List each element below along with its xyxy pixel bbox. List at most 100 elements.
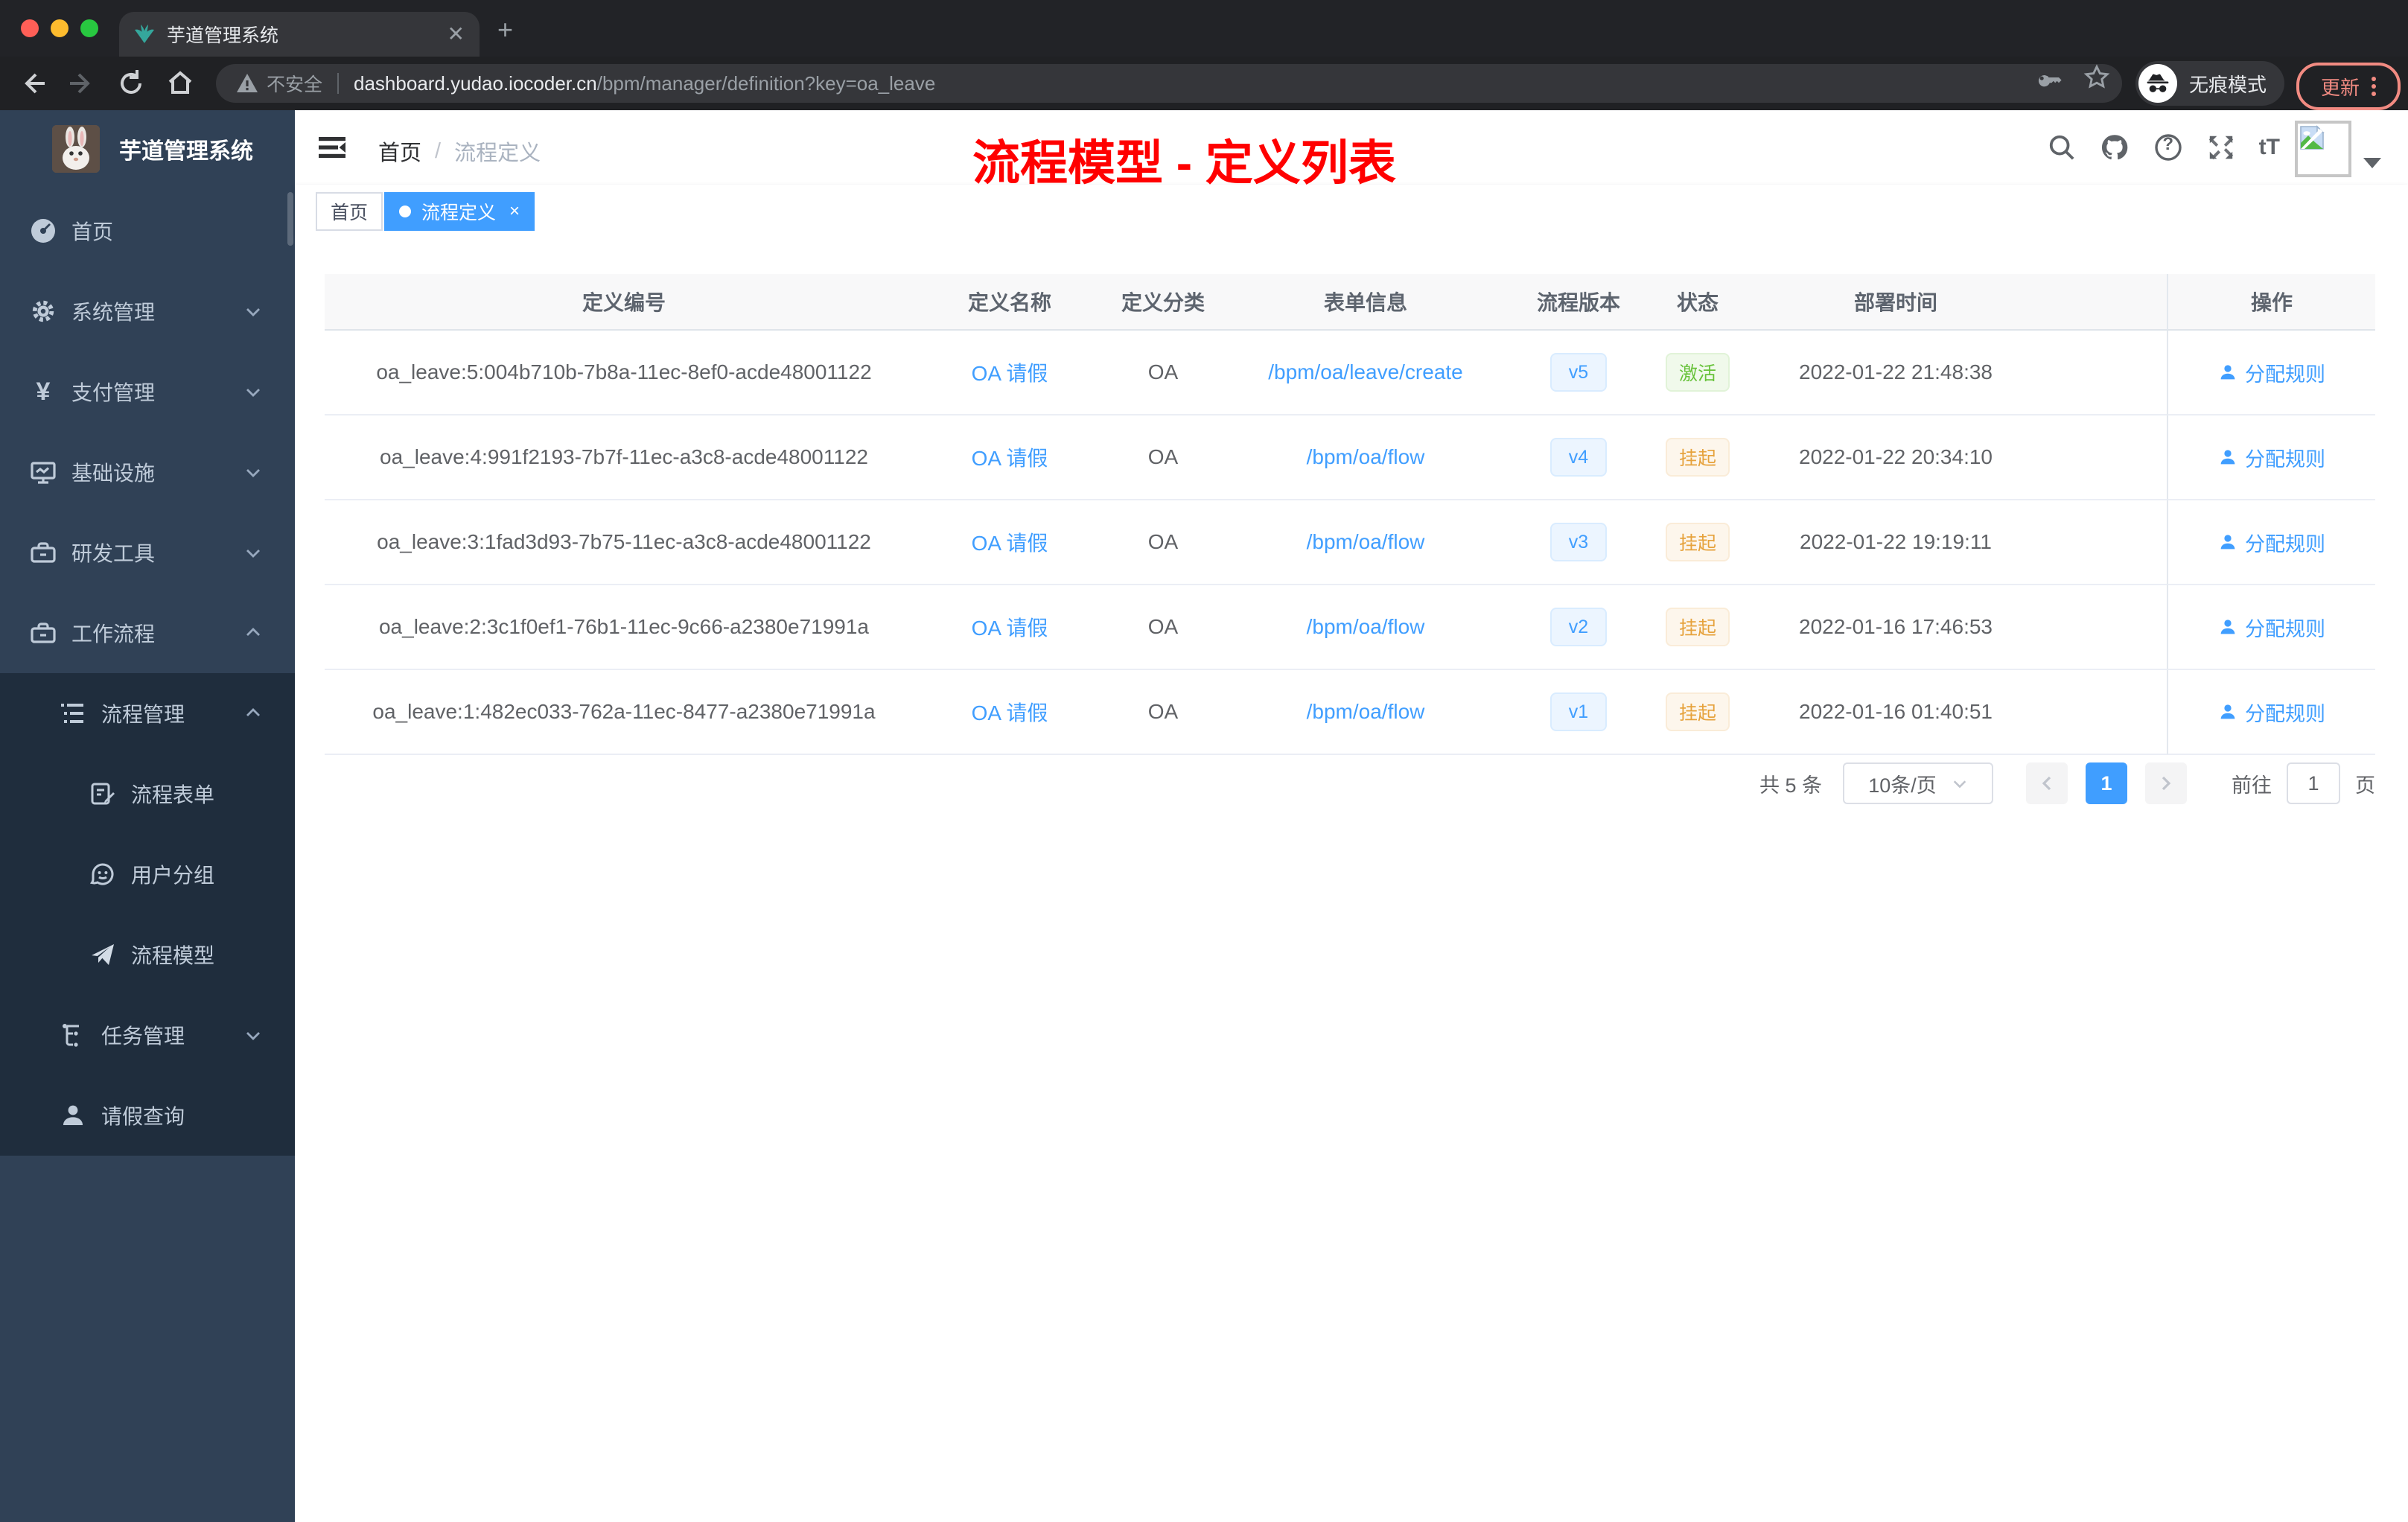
chevron-left-icon	[2042, 776, 2051, 791]
sidebar-item-process-management[interactable]: 流程管理	[0, 673, 295, 754]
tags-view-bar: 首页 流程定义 ×	[295, 185, 2408, 235]
form-link[interactable]: /bpm/oa/flow	[1307, 700, 1425, 724]
github-icon[interactable]	[2100, 133, 2130, 162]
reload-icon[interactable]	[116, 69, 146, 98]
font-size-icon[interactable]: tT	[2259, 135, 2280, 160]
sidebar-item-leave-query[interactable]: 请假查询	[0, 1075, 295, 1156]
sidebar-item-process-model[interactable]: 流程模型	[0, 914, 295, 995]
column-header	[2052, 274, 2167, 331]
password-key-icon[interactable]	[2037, 65, 2063, 90]
browser-tab-strip: 芋道管理系统 ✕ +	[0, 0, 2408, 57]
browser-toolbar: 不安全 dashboard.yudao.iocoder.cn/bpm/manag…	[0, 57, 2408, 110]
search-icon[interactable]	[2048, 133, 2076, 162]
definition-name-link[interactable]: OA 请假	[972, 357, 1048, 387]
form-link[interactable]: /bpm/oa/leave/create	[1268, 360, 1463, 384]
browser-tab[interactable]: 芋道管理系统 ✕	[119, 12, 480, 57]
user-icon	[2220, 450, 2235, 465]
assign-rule-button[interactable]: 分配规则	[2218, 698, 2325, 727]
gear-icon	[30, 298, 57, 325]
browser-menu-icon[interactable]	[2372, 77, 2376, 96]
cell-deploy-time: 2022-01-16 17:46:53	[1739, 585, 2052, 670]
definition-name-link[interactable]: OA 请假	[972, 527, 1048, 557]
assign-rule-button[interactable]: 分配规则	[2218, 443, 2325, 472]
definition-name-link[interactable]: OA 请假	[972, 697, 1048, 727]
sidebar-scrollbar-thumb[interactable]	[287, 192, 293, 246]
bookmark-star-icon[interactable]	[2083, 64, 2110, 91]
main-area: 首页 / 流程定义 流程模型 - 定义列表 ? tT 首页 流程定义 × 定义编…	[295, 110, 2408, 1522]
definition-name-link[interactable]: OA 请假	[972, 612, 1048, 642]
prev-page-button[interactable]	[2026, 762, 2068, 804]
cell-definition-id: oa_leave:1:482ec033-762a-11ec-8477-a2380…	[325, 670, 923, 755]
goto-page-input[interactable]: 1	[2287, 762, 2340, 804]
column-header: 部署时间	[1739, 274, 2052, 331]
security-warning-icon[interactable]	[237, 74, 258, 93]
sidebar-item-dev-tools[interactable]: 研发工具	[0, 512, 295, 593]
workflow-submenu: 流程管理 流程表单 用户分组 流程模型 任务管理 请假查询	[0, 673, 295, 1156]
assign-rule-button[interactable]: 分配规则	[2218, 358, 2325, 387]
form-link[interactable]: /bpm/oa/flow	[1307, 445, 1425, 469]
chevron-down-icon	[244, 383, 262, 401]
monitor-icon	[30, 459, 57, 485]
chevron-down-icon	[244, 302, 262, 320]
forward-icon[interactable]	[67, 69, 97, 98]
sidebar-item-home[interactable]: 首页	[0, 191, 295, 271]
goto-label: 前往	[2232, 774, 2272, 797]
security-label: 不安全	[267, 74, 323, 95]
address-bar[interactable]: 不安全 dashboard.yudao.iocoder.cn/bpm/manag…	[216, 64, 2122, 103]
version-badge: v4	[1550, 438, 1607, 477]
list-tree-icon	[60, 700, 86, 727]
definition-name-link[interactable]: OA 请假	[972, 442, 1048, 472]
fullscreen-icon[interactable]	[2207, 133, 2235, 162]
tag-process-definition[interactable]: 流程定义 ×	[384, 192, 535, 231]
tag-close-icon[interactable]: ×	[509, 203, 520, 220]
chevron-up-icon	[244, 624, 262, 642]
sidebar-item-workflow[interactable]: 工作流程	[0, 593, 295, 673]
collapse-sidebar-icon[interactable]	[317, 133, 347, 162]
column-header: 流程版本	[1501, 274, 1656, 331]
screen: 芋道管理系统 ✕ + 不安全 dashboard.yudao.iocoder.c…	[0, 0, 2408, 1522]
back-icon[interactable]	[18, 69, 48, 98]
zoom-window-button[interactable]	[80, 19, 98, 37]
version-badge: v1	[1550, 692, 1607, 731]
sidebar-item-user-group[interactable]: 用户分组	[0, 834, 295, 914]
breadcrumb-home[interactable]: 首页	[378, 136, 421, 167]
paper-plane-icon	[89, 941, 116, 968]
assign-rule-button[interactable]: 分配规则	[2218, 613, 2325, 642]
sidebar-item-task-management[interactable]: 任务管理	[0, 995, 295, 1075]
minimize-window-button[interactable]	[51, 19, 69, 37]
help-icon[interactable]: ?	[2153, 133, 2183, 162]
form-link[interactable]: /bpm/oa/flow	[1307, 615, 1425, 639]
new-tab-button[interactable]: +	[497, 16, 513, 43]
cell-category: OA	[1096, 500, 1230, 585]
cell-category: OA	[1096, 415, 1230, 500]
sidebar-logo[interactable]: 芋道管理系统	[0, 110, 295, 188]
column-header: 操作	[2167, 274, 2375, 331]
current-page-button[interactable]: 1	[2086, 762, 2127, 804]
user-icon	[60, 1102, 86, 1129]
sidebar-item-system[interactable]: 系统管理	[0, 271, 295, 351]
tag-home[interactable]: 首页	[316, 192, 383, 231]
avatar-caret-icon[interactable]	[2363, 158, 2381, 168]
chevron-down-icon	[244, 463, 262, 481]
sidebar-item-process-form[interactable]: 流程表单	[0, 754, 295, 834]
chevron-down-icon	[244, 544, 262, 561]
close-window-button[interactable]	[21, 19, 39, 37]
tab-close-icon[interactable]: ✕	[447, 24, 465, 45]
avatar[interactable]	[2295, 121, 2351, 177]
chevron-down-icon	[244, 1026, 262, 1044]
app: 芋道管理系统 首页 系统管理 ¥ 支付管理 基础设施 研发工具 工作流程 流程管…	[0, 110, 2408, 1522]
home-icon[interactable]	[165, 69, 195, 98]
version-badge: v3	[1550, 523, 1607, 561]
page-size-select[interactable]: 10条/页	[1843, 762, 1993, 804]
sidebar-item-infrastructure[interactable]: 基础设施	[0, 432, 295, 512]
form-link[interactable]: /bpm/oa/flow	[1307, 530, 1425, 554]
status-badge: 挂起	[1665, 608, 1730, 646]
chevron-down-icon	[1953, 780, 1966, 789]
assign-rule-button[interactable]: 分配规则	[2218, 528, 2325, 557]
sidebar-item-payment[interactable]: ¥ 支付管理	[0, 351, 295, 432]
version-badge: v2	[1550, 608, 1607, 646]
cell-definition-id: oa_leave:3:1fad3d93-7b75-11ec-a3c8-acde4…	[325, 500, 923, 585]
browser-update-button[interactable]: 更新	[2296, 63, 2401, 110]
next-page-button[interactable]	[2145, 762, 2187, 804]
status-badge: 挂起	[1665, 438, 1730, 477]
